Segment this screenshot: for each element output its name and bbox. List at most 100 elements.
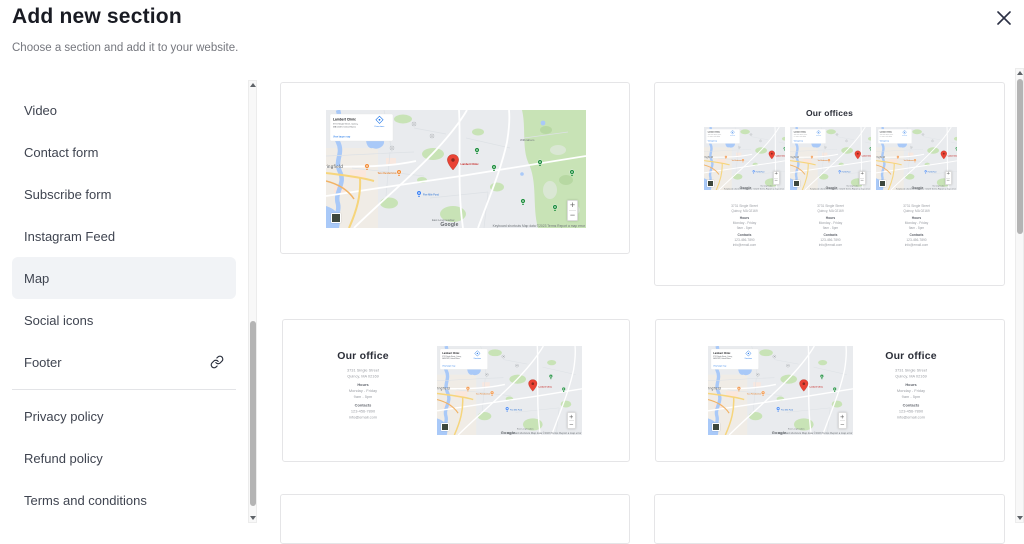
sidebar-item-refund-policy[interactable]: Refund policy [12,437,236,479]
page-title: Add new section [12,5,182,28]
sidebar-divider [12,389,236,390]
map-zoom-control: + − [566,412,576,430]
main-scrollbar-thumb[interactable] [1017,79,1023,234]
section-heading: Our office [885,350,937,362]
zoom-in-button: + [569,200,576,210]
section-heading: Our offices [805,108,854,118]
map-attribution: Keyboard shortcuts Map data ©2023 Terms … [492,224,585,228]
map-image [437,346,582,435]
sidebar-item-map[interactable]: Map [12,257,236,299]
map-layer-thumbnail [712,423,720,431]
close-icon [997,11,1011,25]
office-address: Quincy, MA 02169 [903,209,930,214]
sidebar-item-label: Video [24,102,58,118]
map-preview: + − Google Keyboard shortcuts Map data ©2… [790,127,871,190]
office-details: 3731 Single Street Quincy, MA 02169 Hour… [876,204,957,293]
template-card-office-map-right[interactable]: Our office 3731 Single Street Quincy, MA… [282,319,630,462]
email-value: info@email.com [904,243,929,248]
email-value: info@email.com [896,415,926,420]
map-layer-thumbnail [879,180,886,187]
zoom-out-button: − [569,420,574,430]
map-zoom-control: + − [772,170,780,186]
sidebar-item-label: Subscribe form [24,186,112,202]
scroll-up-arrow-icon[interactable] [249,81,256,89]
sidebar-scrollbar[interactable] [248,80,257,523]
map-preview: + − Google Keyboard shortcuts Map data ©2… [437,346,582,435]
map-image [708,346,853,435]
template-card-office-map-left[interactable]: + − Google Keyboard shortcuts Map data ©2… [655,319,1005,462]
map-preview: + − Google Keyboard shortcuts Map data ©2… [708,346,853,435]
email-value: info@email.com [348,415,378,420]
sidebar-item-label: Footer [24,354,62,370]
map-preview: + − Google Keyboard shortcuts Map data ©2… [704,127,785,190]
close-button[interactable] [992,6,1016,30]
link-icon [210,355,224,369]
office-details: 3731 Single Street Quincy, MA 02169 Hour… [303,368,423,457]
map-layer-thumbnail [441,423,449,431]
map-attribution: Keyboard shortcuts Map data ©2023 Terms … [724,187,785,190]
hours-value: 9am - 5pm [901,395,921,400]
zoom-out-button: − [840,420,845,430]
main-scrollbar[interactable] [1015,68,1024,523]
hours-value: 9am - 5pm [353,395,373,400]
sidebar-item-terms-and-conditions[interactable]: Terms and conditions [12,479,236,521]
map-attribution: Keyboard shortcuts Map data ©2023 Terms … [896,187,957,190]
map-preview: + − Google Keyboard shortcuts Map data ©2… [876,127,957,190]
sidebar-item-label: Instagram Feed [24,228,116,244]
template-card-partial-left[interactable] [280,494,630,544]
office-details: 3731 Single Street Quincy, MA 02169 Hour… [704,204,785,293]
template-card-partial-right[interactable] [654,494,1005,544]
map-zoom-control: + − [837,412,847,430]
office-details: 3731 Single Street Quincy, MA 02169 Hour… [851,368,971,457]
map-zoom-control: + − [567,200,578,221]
map-zoom-control: + − [858,170,866,186]
office-address: Quincy, MA 02169 [895,374,927,379]
section-type-sidebar: Video Contact form Subscribe form Instag… [0,80,248,523]
sidebar-item-label: Contact form [24,144,99,160]
map-preview: + − Google Keyboard shortcuts Map data ©2… [326,110,586,228]
scroll-up-arrow-icon[interactable] [1016,69,1023,77]
email-value: info@email.com [732,243,757,248]
hours-value: 9am - 5pm [908,226,925,231]
office-address: Quincy, MA 02169 [731,209,758,214]
sidebar-item-social-icons[interactable]: Social icons [12,299,236,341]
template-card-full-map[interactable]: + − Google Keyboard shortcuts Map data ©2… [280,82,630,254]
map-layer-thumbnail [793,180,800,187]
google-logo: Google [440,221,459,228]
zoom-out-button: − [946,177,950,184]
page-subtitle: Choose a section and add it to your webs… [12,42,239,54]
zoom-in-button: + [569,412,574,422]
zoom-out-button: − [774,177,778,184]
template-card-three-offices[interactable]: Our offices + − Google Keyboard shortcuts… [654,82,1005,286]
sidebar-item-instagram-feed[interactable]: Instagram Feed [12,215,236,257]
scroll-down-arrow-icon[interactable] [249,514,256,522]
sidebar-scrollbar-thumb[interactable] [250,321,256,506]
email-value: info@email.com [818,243,843,248]
map-layer-thumbnail [331,213,341,223]
map-attribution: Keyboard shortcuts Map data ©2023 Terms … [810,187,871,190]
sidebar-item-label: Privacy policy [24,408,104,424]
sidebar-item-video[interactable]: Video [12,89,236,131]
map-attribution: Keyboard shortcuts Map data ©2023 Terms … [507,432,582,435]
zoom-in-button: + [840,412,845,422]
map-zoom-control: + − [944,170,952,186]
map-image [326,110,586,228]
sidebar-item-label: Terms and conditions [24,492,147,508]
sidebar-item-label: Refund policy [24,450,103,466]
sidebar-item-privacy-policy[interactable]: Privacy policy [12,395,236,437]
scroll-down-arrow-icon[interactable] [1016,514,1023,522]
zoom-out-button: − [860,177,864,184]
hours-value: 9am - 5pm [736,226,753,231]
sidebar-item-contact-form[interactable]: Contact form [12,131,236,173]
sidebar-item-footer[interactable]: Footer [12,341,236,383]
sidebar-item-label: Social icons [24,312,94,328]
hours-value: 9am - 5pm [822,226,839,231]
map-attribution: Keyboard shortcuts Map data ©2023 Terms … [778,432,853,435]
sidebar-item-subscribe-form[interactable]: Subscribe form [12,173,236,215]
office-details: 3731 Single Street Quincy, MA 02169 Hour… [790,204,871,293]
zoom-out-button: − [569,210,576,220]
sidebar-item-label: Map [24,270,50,286]
section-heading: Our office [337,350,389,362]
map-layer-thumbnail [707,180,714,187]
office-address: Quincy, MA 02169 [817,209,844,214]
